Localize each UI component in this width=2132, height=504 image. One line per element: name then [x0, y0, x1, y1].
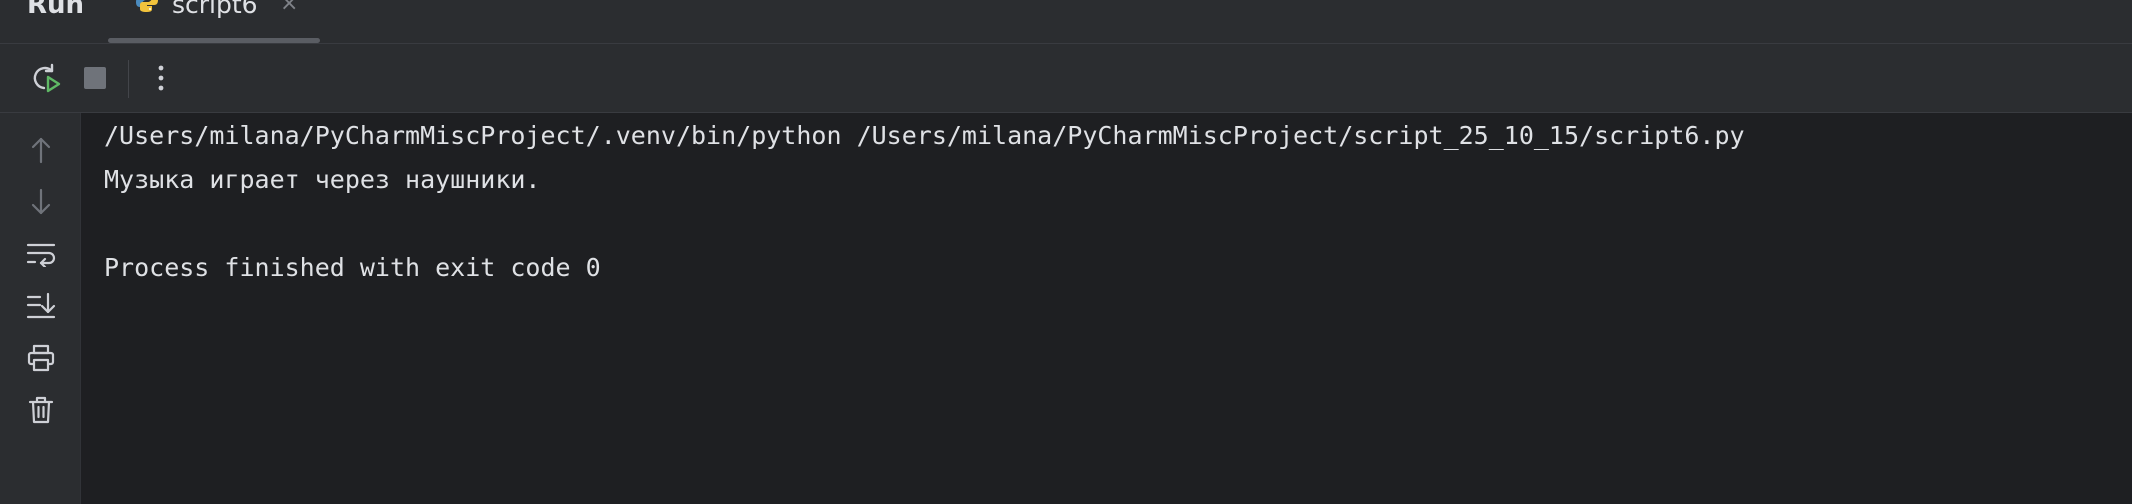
soft-wrap-icon [26, 243, 56, 267]
stop-icon [84, 67, 106, 89]
console-output[interactable]: /Users/milana/PyCharmMiscProject/.venv/b… [81, 113, 2132, 504]
rerun-button[interactable] [25, 58, 65, 98]
print-icon [27, 344, 55, 372]
more-options-icon [158, 65, 164, 91]
clear-all-button[interactable] [20, 389, 62, 431]
run-tool-window: Run script6 × /Users/milana/PyCharmMiscP… [0, 0, 2132, 504]
more-options-button[interactable] [141, 58, 181, 98]
tab-script6[interactable]: script6 × [108, 0, 320, 43]
soft-wrap-button[interactable] [20, 233, 62, 275]
next-occurrence-button[interactable] [20, 181, 62, 223]
rerun-icon [33, 63, 61, 93]
run-panel-title: Run [27, 0, 85, 20]
toolbar-divider [128, 60, 129, 98]
python-icon [134, 0, 160, 14]
tab-label: script6 [172, 0, 258, 19]
console-line-command: /Users/milana/PyCharmMiscProject/.venv/b… [104, 121, 1745, 150]
arrow-up-icon [31, 137, 51, 164]
trash-icon [28, 396, 54, 424]
print-button[interactable] [20, 337, 62, 379]
run-tab-bar: Run script6 × [0, 0, 2132, 44]
run-toolbar [0, 44, 2132, 113]
scroll-to-end-icon [26, 292, 56, 319]
previous-occurrence-button[interactable] [20, 129, 62, 171]
close-icon[interactable]: × [280, 0, 298, 16]
scroll-to-end-button[interactable] [20, 285, 62, 327]
stop-button[interactable] [75, 58, 115, 98]
console-line-exit-status: Process finished with exit code 0 [104, 253, 601, 282]
console-line-output: Музыка играет через наушники. [104, 165, 541, 194]
console-side-toolbar [0, 113, 81, 504]
arrow-down-icon [31, 188, 51, 215]
active-tab-indicator [108, 38, 320, 43]
